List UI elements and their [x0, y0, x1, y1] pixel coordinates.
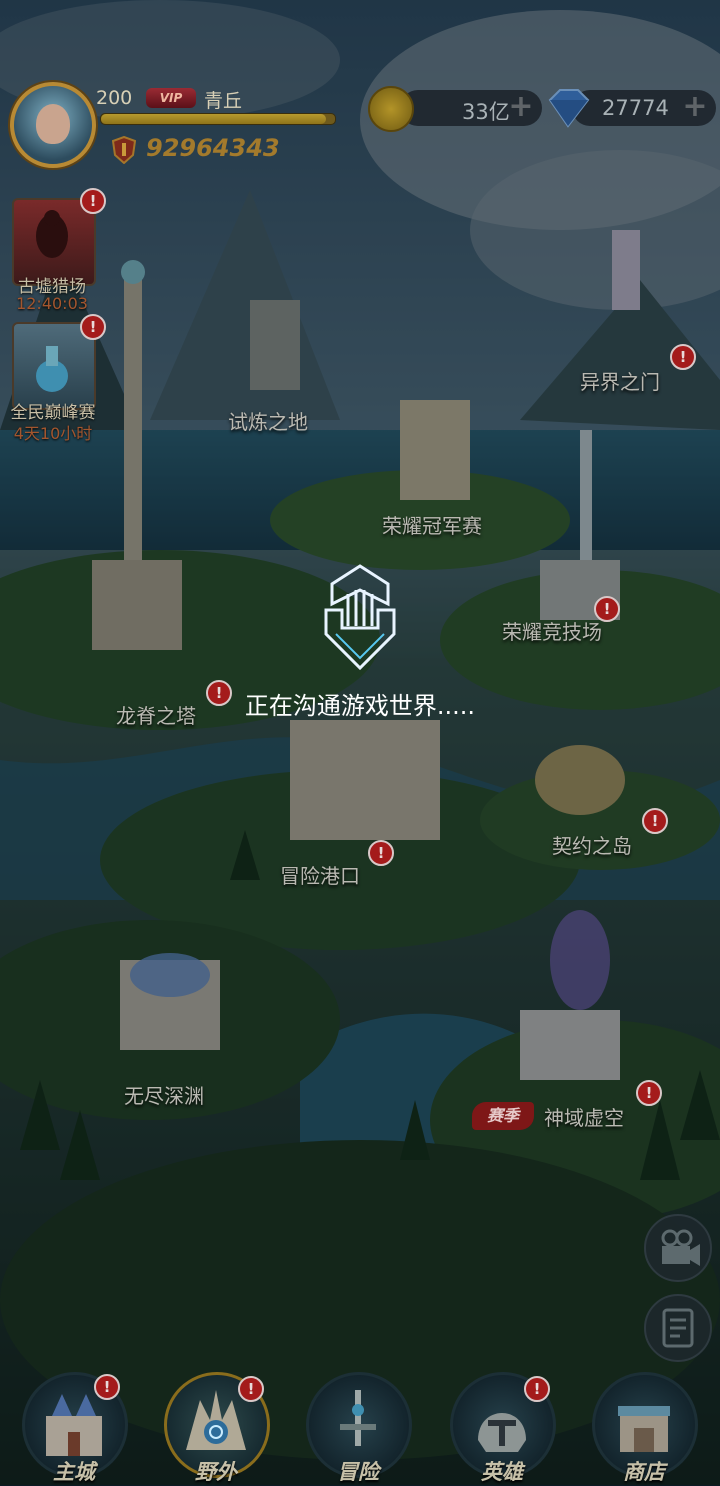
- video-camera-icon: [661, 1229, 700, 1266]
- nav-alert-badge: !: [524, 1376, 550, 1402]
- location-alert-badge: !: [368, 840, 394, 866]
- nav-label: 英雄: [481, 1460, 523, 1484]
- location-trial-ground[interactable]: 试炼之地: [228, 406, 308, 435]
- event-timer: 12:40:03: [16, 294, 88, 313]
- nav-shop[interactable]: 商店: [592, 1372, 698, 1484]
- gold-amount: 33亿: [462, 100, 510, 124]
- hunter-silhouette-icon: [36, 210, 68, 258]
- nav-main-city[interactable]: ! 主城: [22, 1372, 128, 1484]
- potion-icon: [36, 346, 68, 392]
- notes-icon: [662, 1308, 694, 1348]
- combat-power: 92964343: [146, 134, 280, 162]
- nav-label: 野外: [195, 1460, 237, 1484]
- location-contract-isle[interactable]: 契约之岛: [552, 830, 632, 859]
- notes-button[interactable]: [644, 1294, 712, 1362]
- location-alert-badge: !: [642, 808, 668, 834]
- diamond-counter: 27774 +: [572, 90, 716, 126]
- location-alert-badge: !: [594, 596, 620, 622]
- event-alert-badge: !: [80, 314, 106, 340]
- nav-label: 主城: [53, 1460, 95, 1484]
- exp-bar: [100, 113, 336, 125]
- video-camera-button[interactable]: [644, 1214, 712, 1282]
- exp-bar-fill: [101, 114, 326, 124]
- location-glory-arena[interactable]: 荣耀竞技场: [502, 616, 602, 645]
- loading-emblem-icon: [324, 564, 396, 670]
- location-divine-void[interactable]: 神域虚空: [544, 1102, 624, 1131]
- event-timer: 4天10小时: [13, 424, 93, 443]
- nav-adventure[interactable]: 冒险: [306, 1372, 412, 1484]
- sword-icon: [340, 1390, 376, 1446]
- loading-text: 正在沟通游戏世界.....: [244, 692, 476, 720]
- nav-wild[interactable]: ! 野外: [164, 1372, 270, 1484]
- add-diamond-button[interactable]: +: [682, 92, 708, 122]
- player-name: 青丘: [204, 90, 243, 112]
- gold-counter: 33亿 +: [400, 90, 542, 126]
- event-alert-badge: !: [80, 188, 106, 214]
- location-glory-champion[interactable]: 荣耀冠军赛: [382, 510, 482, 539]
- add-gold-button[interactable]: +: [508, 92, 534, 122]
- shop-icon: [618, 1406, 670, 1452]
- diamond-icon: [548, 89, 590, 128]
- location-alert-badge: !: [636, 1080, 662, 1106]
- nav-alert-badge: !: [94, 1374, 120, 1400]
- location-alert-badge: !: [670, 344, 696, 370]
- player-avatar[interactable]: [10, 82, 96, 168]
- nav-hero[interactable]: ! 英雄: [450, 1372, 556, 1484]
- location-adventure-harbor[interactable]: 冒险港口: [280, 860, 360, 889]
- gold-coin-icon: [368, 86, 414, 132]
- shield-icon: [112, 136, 136, 164]
- nav-alert-badge: !: [238, 1376, 264, 1402]
- nav-label: 商店: [623, 1460, 665, 1484]
- vip-badge: VIP: [146, 88, 196, 108]
- season-tag: 赛季: [472, 1102, 534, 1130]
- nav-label: 冒险: [337, 1460, 379, 1484]
- location-endless-abyss[interactable]: 无尽深渊: [124, 1080, 204, 1109]
- diamond-amount: 27774: [602, 96, 669, 120]
- loading-dim-overlay: [0, 0, 720, 1485]
- location-other-world-gate[interactable]: 异界之门: [580, 366, 660, 395]
- player-level: 200: [96, 87, 133, 109]
